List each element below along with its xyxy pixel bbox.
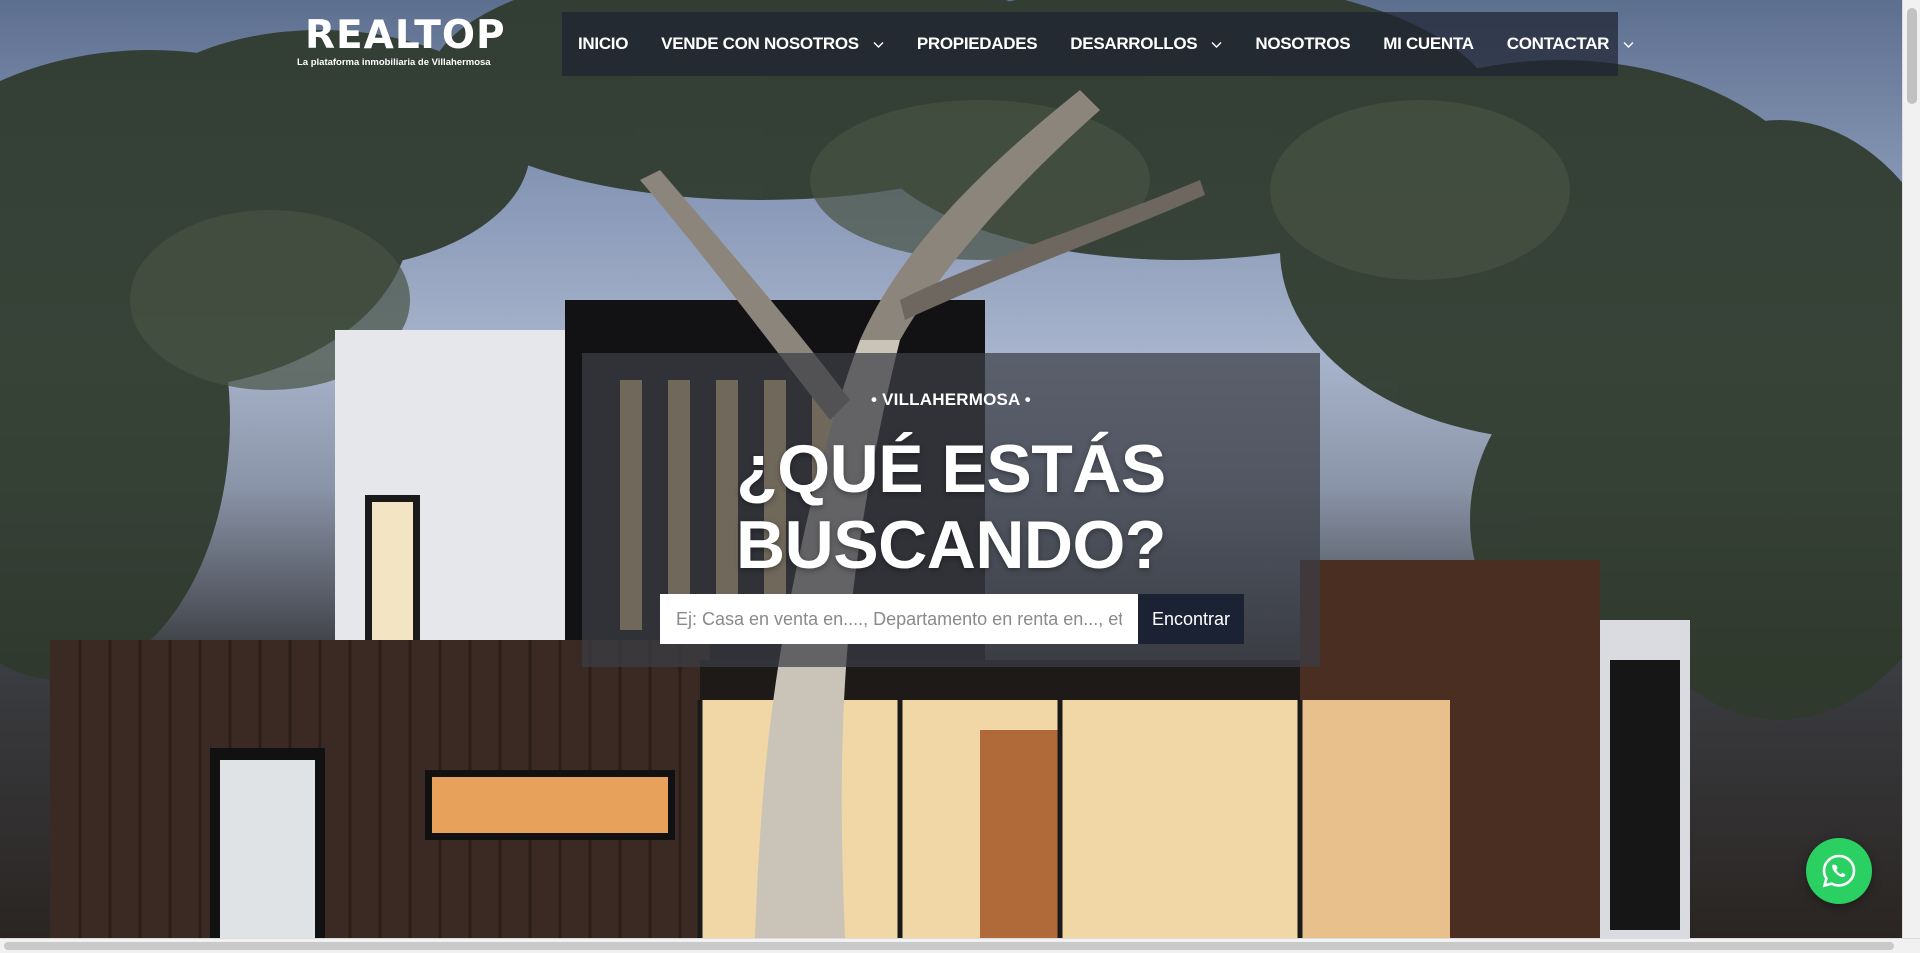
nav-item-label: DESARROLLOS	[1070, 34, 1198, 53]
main-navigation: INICIO VENDE CON NOSOTROS PROPIEDADES DE…	[562, 12, 1634, 76]
nav-item-label: PROPIEDADES	[916, 34, 1038, 53]
hero-headline: ¿QUÉ ESTÁS BUSCANDO?	[736, 431, 1166, 583]
hero-kicker: • VILLAHERMOSA •	[871, 390, 1031, 409]
scrollbar-thumb[interactable]	[1907, 8, 1917, 104]
scrollbar-thumb[interactable]	[4, 942, 1894, 950]
nav-item-contactar[interactable]: CONTACTAR	[1507, 34, 1634, 54]
nav-item-label: VENDE CON NOSOTROS	[661, 34, 859, 53]
chevron-down-icon	[1211, 41, 1222, 48]
chevron-down-icon	[1623, 41, 1634, 48]
nav-item-inicio[interactable]: INICIO	[578, 34, 628, 54]
nav-item-nosotros[interactable]: NOSOTROS	[1255, 34, 1350, 54]
search-button[interactable]: Encontrar	[1138, 594, 1244, 644]
nav-item-desarrollos[interactable]: DESARROLLOS	[1070, 34, 1222, 54]
chevron-down-icon	[873, 41, 884, 48]
nav-item-label: CONTACTAR	[1506, 34, 1610, 53]
nav-item-label: INICIO	[578, 34, 629, 53]
nav-item-mi-cuenta[interactable]: MI CUENTA	[1383, 34, 1474, 54]
nav-item-propiedades[interactable]: PROPIEDADES	[916, 34, 1038, 54]
whatsapp-icon	[1822, 854, 1856, 888]
site-logo[interactable]: REALTOP La plataforma inmobiliaria de Vi…	[297, 16, 519, 74]
search-input[interactable]	[660, 594, 1138, 644]
nav-item-label: NOSOTROS	[1255, 34, 1351, 53]
whatsapp-button[interactable]	[1806, 838, 1872, 904]
hero-search-panel: • VILLAHERMOSA • ¿QUÉ ESTÁS BUSCANDO? En…	[582, 353, 1320, 667]
horizontal-scrollbar[interactable]	[0, 938, 1920, 953]
logo-tagline: La plataforma inmobiliaria de Villahermo…	[297, 57, 491, 68]
vertical-scrollbar[interactable]	[1902, 0, 1920, 938]
logo-wordmark: REALTOP	[305, 13, 506, 58]
nav-item-vende-con-nosotros[interactable]: VENDE CON NOSOTROS	[661, 34, 884, 54]
nav-item-label: MI CUENTA	[1383, 34, 1474, 53]
